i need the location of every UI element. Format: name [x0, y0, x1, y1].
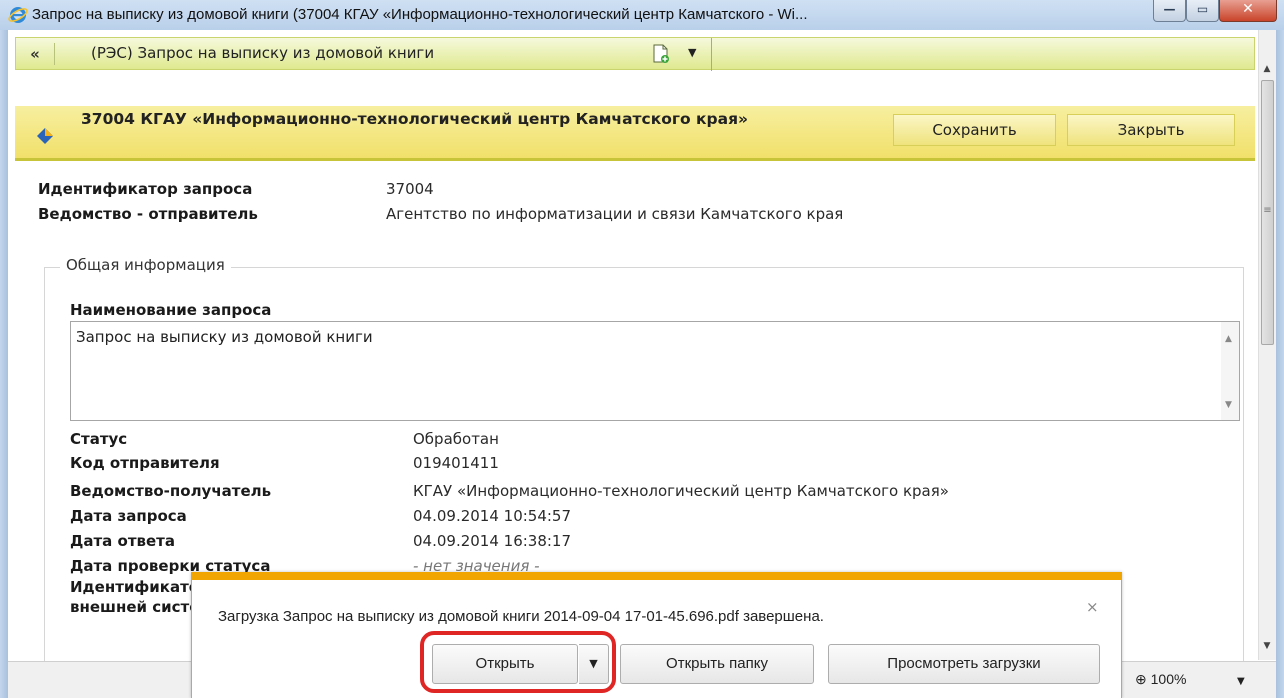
sender-code-value: 019401411 — [413, 454, 499, 472]
window-frame-right — [1276, 30, 1284, 698]
zoom-icon: ⊕ — [1135, 671, 1147, 687]
zoom-value: 100% — [1150, 671, 1187, 687]
zoom-dropdown-icon[interactable]: ▼ — [1237, 676, 1245, 687]
document-header: 37004 КГАУ «Информационно-технологически… — [15, 106, 1255, 161]
document-select[interactable]: (РЭС) Запрос на выписку из домовой книги… — [86, 41, 696, 67]
recipient-label: Ведомство-получатель — [70, 482, 272, 500]
minimize-icon: — — [1163, 2, 1176, 16]
diamond-icon — [37, 128, 53, 144]
request-date-label: Дата запроса — [70, 507, 187, 525]
window-title: Запрос на выписку из домовой книги (3700… — [32, 6, 808, 23]
toolbar-separator — [54, 43, 55, 65]
scroll-up-icon[interactable]: ▲ — [1225, 334, 1232, 344]
red-highlight-annotation — [420, 631, 616, 693]
external-id-label-line1: Идентификатор — [70, 578, 210, 596]
response-date-label: Дата ответа — [70, 532, 175, 550]
notification-close-icon[interactable]: × — [1086, 598, 1099, 616]
request-name-field[interactable]: Запрос на выписку из домовой книги ▲ ▼ — [70, 321, 1240, 421]
response-date-value: 04.09.2014 16:38:17 — [413, 532, 572, 550]
dropdown-arrow-icon[interactable]: ▼ — [688, 46, 696, 59]
close-icon: ✕ — [1242, 1, 1254, 17]
request-id-label: Идентификатор запроса — [38, 180, 253, 198]
status-value: Обработан — [413, 430, 499, 448]
status-label: Статус — [70, 430, 128, 448]
general-info-legend: Общая информация — [60, 256, 231, 274]
document-toolbar: « (РЭС) Запрос на выписку из домовой кни… — [15, 37, 1255, 71]
back-button[interactable]: « — [24, 44, 46, 64]
recipient-value: КГАУ «Информационно-технологический цент… — [413, 482, 949, 500]
close-button[interactable]: Закрыть — [1067, 114, 1235, 146]
request-name-label: Наименование запроса — [70, 301, 272, 319]
download-message: Загрузка Запрос на выписку из домовой кн… — [218, 608, 824, 625]
request-name-value: Запрос на выписку из домовой книги — [76, 328, 373, 346]
document-title: 37004 КГАУ «Информационно-технологически… — [81, 110, 749, 128]
save-button[interactable]: Сохранить — [893, 114, 1056, 146]
view-downloads-button[interactable]: Просмотреть загрузки — [828, 644, 1100, 684]
open-folder-button[interactable]: Открыть папку — [620, 644, 814, 684]
toolbar-end-separator — [708, 38, 712, 71]
internet-explorer-icon — [8, 7, 28, 23]
scroll-down-icon[interactable]: ▼ — [1225, 400, 1232, 410]
close-window-button[interactable]: ✕ — [1219, 0, 1277, 22]
window-frame-left — [0, 30, 8, 698]
textarea-scrollbar[interactable]: ▲ ▼ — [1221, 322, 1239, 420]
scroll-up-arrow-icon[interactable]: ▲ — [1258, 60, 1276, 78]
new-document-icon[interactable] — [652, 44, 670, 64]
scroll-down-arrow-icon[interactable]: ▼ — [1258, 637, 1276, 655]
request-date-value: 04.09.2014 10:54:57 — [413, 507, 572, 525]
maximize-icon: ▭ — [1196, 2, 1209, 16]
zoom-level[interactable]: ⊕ 100% — [1135, 671, 1186, 688]
minimize-button[interactable]: — — [1153, 0, 1186, 22]
request-id-value: 37004 — [386, 180, 434, 198]
document-select-value: (РЭС) Запрос на выписку из домовой книги — [91, 44, 435, 62]
sender-label: Ведомство - отправитель — [38, 205, 258, 223]
scrollbar-grip-icon: ≡ — [1263, 205, 1272, 216]
sender-code-label: Код отправителя — [70, 454, 220, 472]
maximize-button[interactable]: ▭ — [1186, 0, 1219, 22]
sender-value: Агентство по информатизации и связи Камч… — [386, 205, 844, 223]
